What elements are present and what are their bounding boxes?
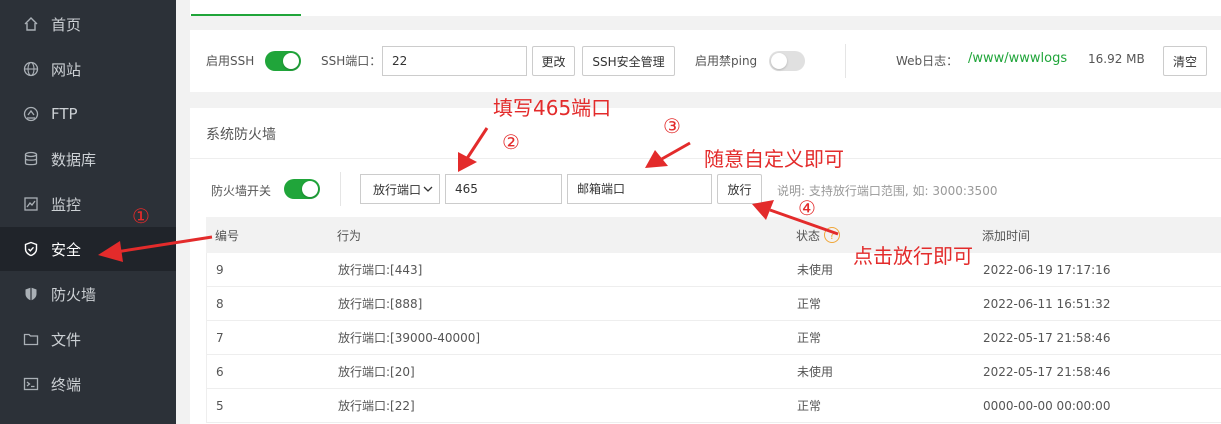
rule-action: 放行端口:[39000-40000]: [338, 331, 481, 345]
table-row: 8 放行端口:[888] 正常 2022-06-11 16:51:32: [206, 287, 1221, 321]
divider: [340, 172, 341, 206]
sidebar-item-label: 监控: [51, 195, 82, 214]
annotation-step-4: ④: [798, 196, 816, 220]
rule-action: 放行端口:[443]: [338, 263, 423, 277]
ssh-port-input[interactable]: 22: [382, 46, 527, 76]
rule-status: 正常: [797, 297, 822, 311]
annotation-fill-port: 填写465端口: [493, 96, 612, 120]
rule-action: 放行端口:[20]: [338, 365, 415, 379]
sidebar-item-label: 首页: [51, 15, 82, 34]
status-header-label: 状态: [796, 228, 821, 243]
ssh-port-change-button[interactable]: 更改: [532, 46, 575, 76]
sidebar-item-ftp[interactable]: FTP: [0, 92, 176, 136]
annotation-custom-remark: 随意自定义即可: [704, 147, 844, 171]
monitor-icon: [22, 195, 40, 213]
firewall-switch-toggle[interactable]: [284, 179, 320, 199]
sidebar-item-label: 数据库: [51, 150, 97, 169]
rule-time: 2022-06-11 16:51:32: [983, 296, 1111, 311]
weblog-size: 16.92 MB: [1088, 52, 1145, 66]
globe-icon: [22, 60, 40, 78]
sidebar-item-label: 文件: [51, 330, 82, 349]
rule-id: 8: [216, 296, 224, 311]
firewall-switch-label: 防火墙开关: [211, 184, 272, 198]
annotation-step-2: ②: [502, 130, 520, 154]
terminal-icon: [22, 375, 40, 393]
sidebar-item-home[interactable]: 首页: [0, 2, 176, 46]
folder-icon: [22, 330, 40, 348]
firewall-title: 系统防火墙: [206, 127, 276, 143]
rule-id: 9: [216, 262, 224, 277]
ssh-security-manage-button[interactable]: SSH安全管理: [582, 46, 675, 76]
firewall-remark-input[interactable]: 邮箱端口: [567, 174, 712, 204]
rule-status: 未使用: [797, 365, 834, 379]
weblog-clear-button[interactable]: 清空: [1163, 46, 1207, 76]
shield-icon: [22, 240, 40, 258]
column-header-action: 行为: [337, 228, 362, 243]
tab-strip: [190, 0, 1221, 16]
allow-port-button[interactable]: 放行: [717, 174, 762, 204]
ftp-icon: [22, 105, 40, 123]
ssh-settings-panel: 启用SSH SSH端口： 22 更改 SSH安全管理 启用禁ping Web日志…: [190, 30, 1221, 92]
rule-time: 2022-06-19 17:17:16: [983, 262, 1111, 277]
rule-status: 未使用: [797, 263, 834, 277]
rule-id: 7: [216, 330, 224, 345]
sidebar-item-database[interactable]: 数据库: [0, 137, 176, 181]
firewall-icon: [22, 285, 40, 303]
chevron-down-icon: [423, 186, 433, 192]
rule-status: 正常: [797, 399, 822, 413]
sidebar-item-terminal[interactable]: 终端: [0, 362, 176, 406]
home-icon: [22, 15, 40, 33]
sidebar-item-websites[interactable]: 网站: [0, 47, 176, 91]
sidebar-item-files[interactable]: 文件: [0, 317, 176, 361]
divider: [845, 44, 846, 78]
annotation-click-allow: 点击放行即可: [853, 244, 973, 268]
table-row: 9 放行端口:[443] 未使用 2022-06-19 17:17:16: [206, 253, 1221, 287]
column-header-status: 状态 ?: [796, 217, 841, 253]
firewall-port-input[interactable]: 465: [445, 174, 562, 204]
sidebar-item-security[interactable]: 安全: [0, 227, 176, 271]
noping-label: 启用禁ping: [695, 54, 758, 68]
rule-time: 0000-00-00 00:00:00: [983, 398, 1111, 413]
sidebar-item-label: FTP: [51, 105, 78, 123]
rule-id: 6: [216, 364, 224, 379]
sidebar-item-label: 安全: [51, 240, 82, 259]
column-header-id: 编号: [215, 228, 240, 243]
sidebar-item-label: 终端: [51, 375, 82, 394]
firewall-rules-table: 编号 行为 状态 ? 添加时间 9 放行端口:[443] 未使用 2022-06…: [206, 217, 1221, 423]
rule-type-value: 放行端口: [373, 182, 422, 197]
annotation-step-3: ③: [663, 114, 681, 138]
sidebar-item-label: 防火墙: [51, 285, 97, 304]
table-row: 6 放行端口:[20] 未使用 2022-05-17 21:58:46: [206, 355, 1221, 389]
sidebar-item-firewall[interactable]: 防火墙: [0, 272, 176, 316]
rule-time: 2022-05-17 21:58:46: [983, 330, 1111, 345]
ssh-enable-label: 启用SSH: [206, 54, 255, 68]
table-header: 编号 行为 状态 ? 添加时间: [206, 217, 1221, 253]
help-icon[interactable]: ?: [824, 227, 841, 243]
rule-type-select[interactable]: 放行端口: [360, 174, 440, 204]
rule-id: 5: [216, 398, 224, 413]
database-icon: [22, 150, 40, 168]
table-row: 7 放行端口:[39000-40000] 正常 2022-05-17 21:58…: [206, 321, 1221, 355]
rule-action: 放行端口:[22]: [338, 399, 415, 413]
sidebar-item-label: 网站: [51, 60, 82, 79]
column-header-time: 添加时间: [982, 228, 1031, 243]
weblog-path-link[interactable]: /www/wwwlogs: [968, 51, 1067, 66]
rule-action: 放行端口:[888]: [338, 297, 423, 311]
rule-status: 正常: [797, 331, 822, 345]
ssh-enable-toggle[interactable]: [265, 51, 301, 71]
rule-time: 2022-05-17 21:58:46: [983, 364, 1111, 379]
weblog-label: Web日志：: [896, 54, 959, 68]
active-tab-indicator: [191, 14, 301, 16]
annotation-step-1: ①: [132, 204, 150, 228]
ssh-port-label: SSH端口：: [321, 54, 382, 68]
noping-toggle[interactable]: [769, 51, 805, 71]
table-row: 5 放行端口:[22] 正常 0000-00-00 00:00:00: [206, 389, 1221, 423]
